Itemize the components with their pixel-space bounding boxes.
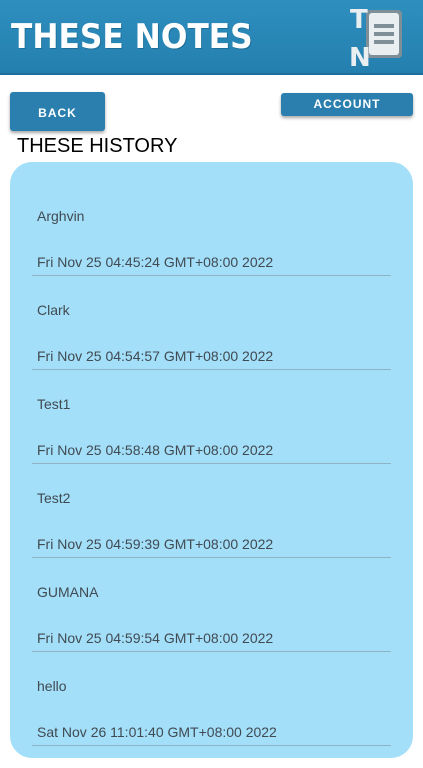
- history-item[interactable]: Arghvin Fri Nov 25 04:45:24 GMT+08:00 20…: [10, 162, 413, 276]
- history-item-name: Arghvin: [37, 208, 85, 224]
- history-item[interactable]: Clark Fri Nov 25 04:54:57 GMT+08:00 2022: [10, 256, 413, 370]
- app-logo: T N: [349, 5, 402, 70]
- app-title: These Notes: [11, 17, 253, 57]
- history-item[interactable]: hello Sat Nov 26 11:01:40 GMT+08:00 2022: [10, 632, 413, 746]
- history-item-name: Test1: [37, 396, 71, 412]
- history-item-name: Test2: [37, 490, 71, 506]
- app-header: These Notes T N: [0, 0, 423, 75]
- history-item-name: GUMANA: [37, 584, 99, 600]
- logo-letter-t: T: [350, 5, 368, 35]
- page-title: THESE HISTORY: [17, 135, 178, 157]
- history-item-date: Sat Nov 26 11:01:40 GMT+08:00 2022: [37, 724, 277, 740]
- history-item-name: hello: [37, 678, 67, 694]
- notebook-icon: [366, 10, 402, 58]
- back-button[interactable]: BACK: [10, 92, 105, 131]
- history-item-name: Clark: [37, 302, 70, 318]
- history-item[interactable]: Test2 Fri Nov 25 04:59:39 GMT+08:00 2022: [10, 444, 413, 558]
- history-list[interactable]: Arghvin Fri Nov 25 04:45:24 GMT+08:00 20…: [10, 162, 413, 758]
- logo-letter-n: N: [349, 43, 371, 70]
- history-item[interactable]: Test1 Fri Nov 25 04:58:48 GMT+08:00 2022: [10, 350, 413, 464]
- divider: [32, 745, 391, 746]
- history-item[interactable]: GUMANA Fri Nov 25 04:59:54 GMT+08:00 202…: [10, 538, 413, 652]
- account-button[interactable]: ACCOUNT: [281, 93, 413, 116]
